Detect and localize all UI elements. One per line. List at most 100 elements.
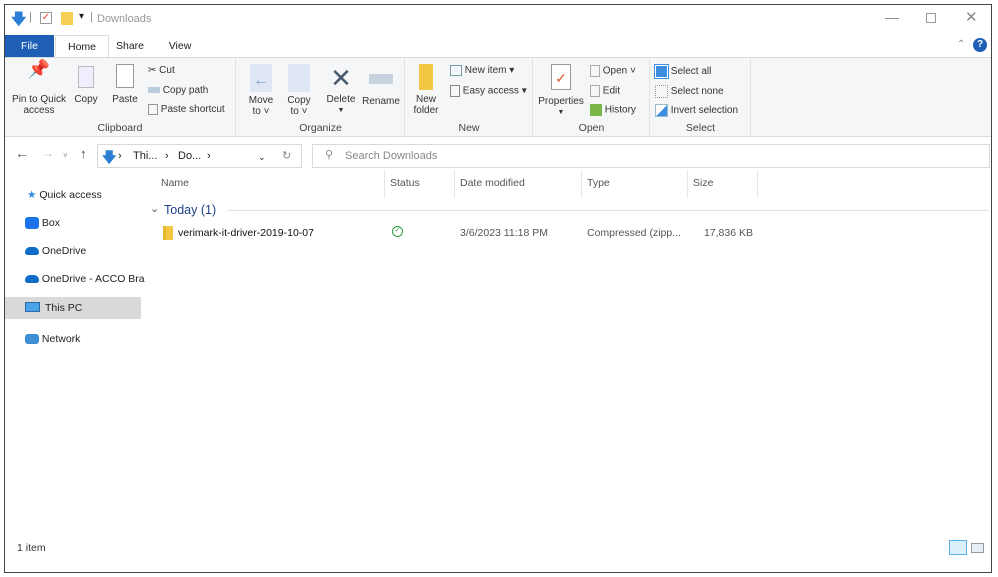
select-none-icon <box>655 85 668 98</box>
downloads-icon: 🡇 <box>102 149 117 165</box>
ribbon: 📌 Pin to Quick access Copy Paste ✂ Cut Co… <box>5 57 991 137</box>
search-input[interactable]: Search Downloads <box>345 150 437 162</box>
cloud-icon <box>25 275 39 284</box>
back-button[interactable]: ← <box>15 145 29 161</box>
network-icon <box>25 334 39 345</box>
delete-button[interactable]: ✕ Delete ▼ <box>323 64 359 116</box>
properties-icon: ✓ <box>551 64 571 90</box>
group-new: New folder New item ▾ Easy access ▾ New <box>406 58 533 136</box>
file-size: 17,836 KB <box>703 227 753 239</box>
cloud-icon <box>25 247 39 256</box>
computer-icon <box>25 302 40 312</box>
copy-button[interactable]: Copy <box>71 64 101 105</box>
refresh-button[interactable]: ↻ <box>282 149 291 162</box>
customize-toolbar-icon[interactable]: ▾ <box>79 11 84 22</box>
minimize-button[interactable]: — <box>885 9 899 25</box>
tab-home[interactable]: Home <box>55 35 109 58</box>
zip-file-icon <box>163 226 173 240</box>
properties-button[interactable]: ✓ Properties ▼ <box>536 64 586 118</box>
downloads-icon: 🡇 <box>11 11 27 28</box>
close-button[interactable]: ✕ <box>965 8 978 26</box>
open-icon <box>590 65 600 77</box>
sidebar-item-box[interactable]: Box <box>25 217 60 230</box>
new-item-icon <box>450 65 462 76</box>
select-none-button[interactable]: Select none <box>655 85 724 98</box>
new-item-button[interactable]: New item ▾ <box>450 65 514 76</box>
new-folder-icon <box>419 64 433 90</box>
move-to-button[interactable]: ← Move to ˅ <box>245 64 277 117</box>
paste-button[interactable]: Paste <box>109 64 141 105</box>
sidebar-item-quick-access[interactable]: ★ Quick access <box>27 189 102 201</box>
help-icon[interactable]: ? <box>973 38 987 52</box>
paste-icon <box>116 64 134 88</box>
group-header-today[interactable]: ⌄ Today (1) <box>150 202 990 218</box>
copy-path-button[interactable]: Copy path <box>148 85 208 96</box>
new-folder-button[interactable]: New folder <box>410 64 442 116</box>
sidebar-item-onedrive-acco[interactable]: OneDrive - ACCO Bra <box>25 273 145 285</box>
copy-to-button[interactable]: Copy to ˅ <box>283 64 315 117</box>
properties-quick-icon[interactable]: ✓ <box>40 12 52 24</box>
address-row: ← → ˅ ↑ 🡇 › Thi... › Do... › ⌄ ↻ ⚲ Searc… <box>5 144 991 170</box>
pin-icon: 📌 <box>27 59 51 79</box>
move-to-icon: ← <box>250 64 272 92</box>
details-view-button[interactable] <box>949 540 967 555</box>
file-type: Compressed (zipp... <box>587 227 681 239</box>
paste-shortcut-button[interactable]: Paste shortcut <box>148 104 225 115</box>
column-type[interactable]: Type <box>587 177 610 189</box>
easy-access-button[interactable]: Easy access ▾ <box>450 85 527 97</box>
column-name[interactable]: Name <box>161 177 189 189</box>
column-status[interactable]: Status <box>390 177 420 189</box>
address-bar[interactable]: 🡇 › Thi... › Do... › ⌄ ↻ <box>97 144 302 168</box>
collapse-ribbon-icon[interactable]: ⌃ <box>957 39 965 50</box>
select-all-icon <box>654 64 669 79</box>
forward-button[interactable]: → <box>42 146 54 160</box>
recent-locations-button[interactable]: ˅ <box>63 151 68 160</box>
window-title: Downloads <box>97 13 152 25</box>
box-icon <box>25 217 39 230</box>
tab-share[interactable]: Share <box>110 35 150 57</box>
invert-selection-button[interactable]: Invert selection <box>655 104 738 117</box>
breadcrumb-downloads[interactable]: Do... <box>178 150 201 162</box>
select-all-button[interactable]: Select all <box>654 64 711 79</box>
scissors-icon: ✂ <box>148 65 157 76</box>
delete-icon: ✕ <box>330 63 352 93</box>
paste-shortcut-icon <box>148 104 158 115</box>
edit-icon <box>590 85 600 97</box>
group-clipboard: 📌 Pin to Quick access Copy Paste ✂ Cut Co… <box>5 58 236 136</box>
copy-icon <box>78 66 94 88</box>
navigation-pane: ★ Quick access Box OneDrive OneDrive - A… <box>5 177 145 377</box>
breadcrumb-this-pc[interactable]: Thi... <box>133 150 157 162</box>
group-select: Select all Select none Invert selection … <box>651 58 751 136</box>
group-open: ✓ Properties ▼ Open ˅ Edit History Open <box>534 58 650 136</box>
column-size[interactable]: Size <box>693 177 713 189</box>
folder-quick-icon[interactable] <box>61 12 73 25</box>
file-date: 3/6/2023 11:18 PM <box>460 227 548 239</box>
group-organize: ← Move to ˅ Copy to ˅ ✕ Delete ▼ Rename Org… <box>237 58 405 136</box>
copy-to-icon <box>288 64 310 92</box>
edit-button[interactable]: Edit <box>590 85 620 97</box>
address-dropdown-icon[interactable]: ⌄ <box>258 152 266 163</box>
history-icon <box>590 104 602 116</box>
search-icon: ⚲ <box>325 149 334 161</box>
sidebar-item-network[interactable]: Network <box>25 333 80 345</box>
open-button[interactable]: Open ˅ <box>590 65 636 77</box>
explorer-window: 🡇 | ✓ ▾ | Downloads — ✕ File Home Share … <box>4 4 992 573</box>
column-date-modified[interactable]: Date modified <box>460 177 525 189</box>
up-button[interactable]: ↑ <box>80 146 87 161</box>
history-button[interactable]: History <box>590 104 636 116</box>
search-box[interactable]: ⚲ Search Downloads <box>312 144 990 168</box>
tab-view[interactable]: View <box>160 35 200 57</box>
maximize-button[interactable] <box>926 13 936 23</box>
star-icon: ★ <box>27 189 37 201</box>
large-icons-view-button[interactable] <box>971 543 984 553</box>
tab-file[interactable]: File <box>5 35 54 57</box>
ribbon-tabs: File Home Share View ⌃ ? <box>5 35 991 58</box>
sidebar-item-onedrive[interactable]: OneDrive <box>25 245 86 257</box>
invert-selection-icon <box>655 104 668 117</box>
easy-access-icon <box>450 85 460 97</box>
sidebar-item-this-pc[interactable]: This PC <box>5 297 141 319</box>
file-row[interactable]: verimark-it-driver-2019-10-07 ✓ 3/6/2023… <box>155 223 795 243</box>
cut-button[interactable]: ✂ Cut <box>148 65 175 76</box>
pin-quick-access-button[interactable]: 📌 Pin to Quick access <box>9 59 69 116</box>
rename-button[interactable]: Rename <box>361 64 401 107</box>
